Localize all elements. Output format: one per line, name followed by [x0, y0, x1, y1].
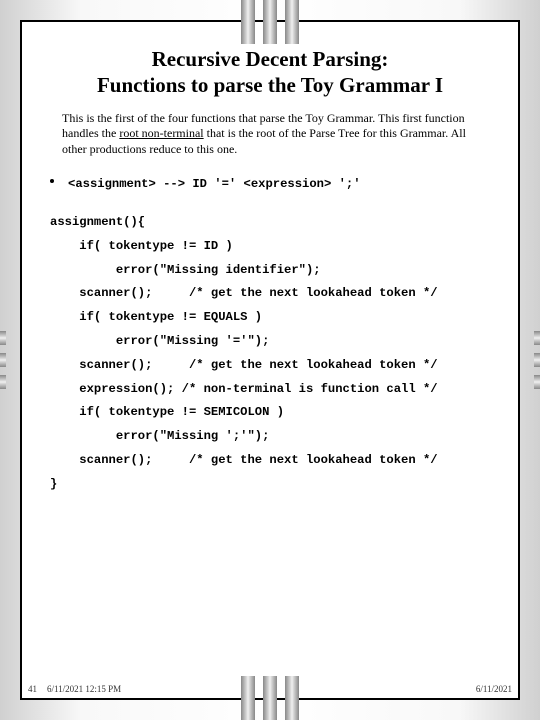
left-bumps [0, 331, 6, 389]
slide-title: Recursive Decent Parsing: Functions to p… [48, 46, 492, 99]
slide-frame: Recursive Decent Parsing: Functions to p… [20, 20, 520, 700]
bump-decoration [534, 375, 540, 389]
bottom-pillars [241, 676, 299, 720]
right-bumps [534, 331, 540, 389]
pillar-decoration [263, 676, 277, 720]
bump-decoration [0, 331, 6, 345]
pillar-decoration [263, 0, 277, 44]
page-number: 41 [28, 684, 37, 694]
top-pillars [241, 0, 299, 44]
footer-date-right: 6/11/2021 [476, 684, 512, 694]
intro-underlined: root non-terminal [119, 126, 203, 140]
code-block: assignment(){ if( tokentype != ID ) erro… [50, 211, 492, 496]
pillar-decoration [285, 676, 299, 720]
pillar-decoration [241, 0, 255, 44]
pillar-decoration [285, 0, 299, 44]
grammar-bullet: <assignment> --> ID '=' <expression> ';' [50, 173, 492, 197]
bullet-icon [50, 179, 54, 183]
title-line-1: Recursive Decent Parsing: [152, 47, 389, 71]
pillar-decoration [241, 676, 255, 720]
grammar-rule: <assignment> --> ID '=' <expression> ';' [68, 173, 361, 197]
bump-decoration [534, 353, 540, 367]
bump-decoration [534, 331, 540, 345]
bump-decoration [0, 375, 6, 389]
title-line-2: Functions to parse the Toy Grammar I [97, 73, 443, 97]
footer-timestamp: 6/11/2021 12:15 PM [47, 684, 121, 694]
bump-decoration [0, 353, 6, 367]
intro-paragraph: This is the first of the four functions … [62, 111, 478, 158]
